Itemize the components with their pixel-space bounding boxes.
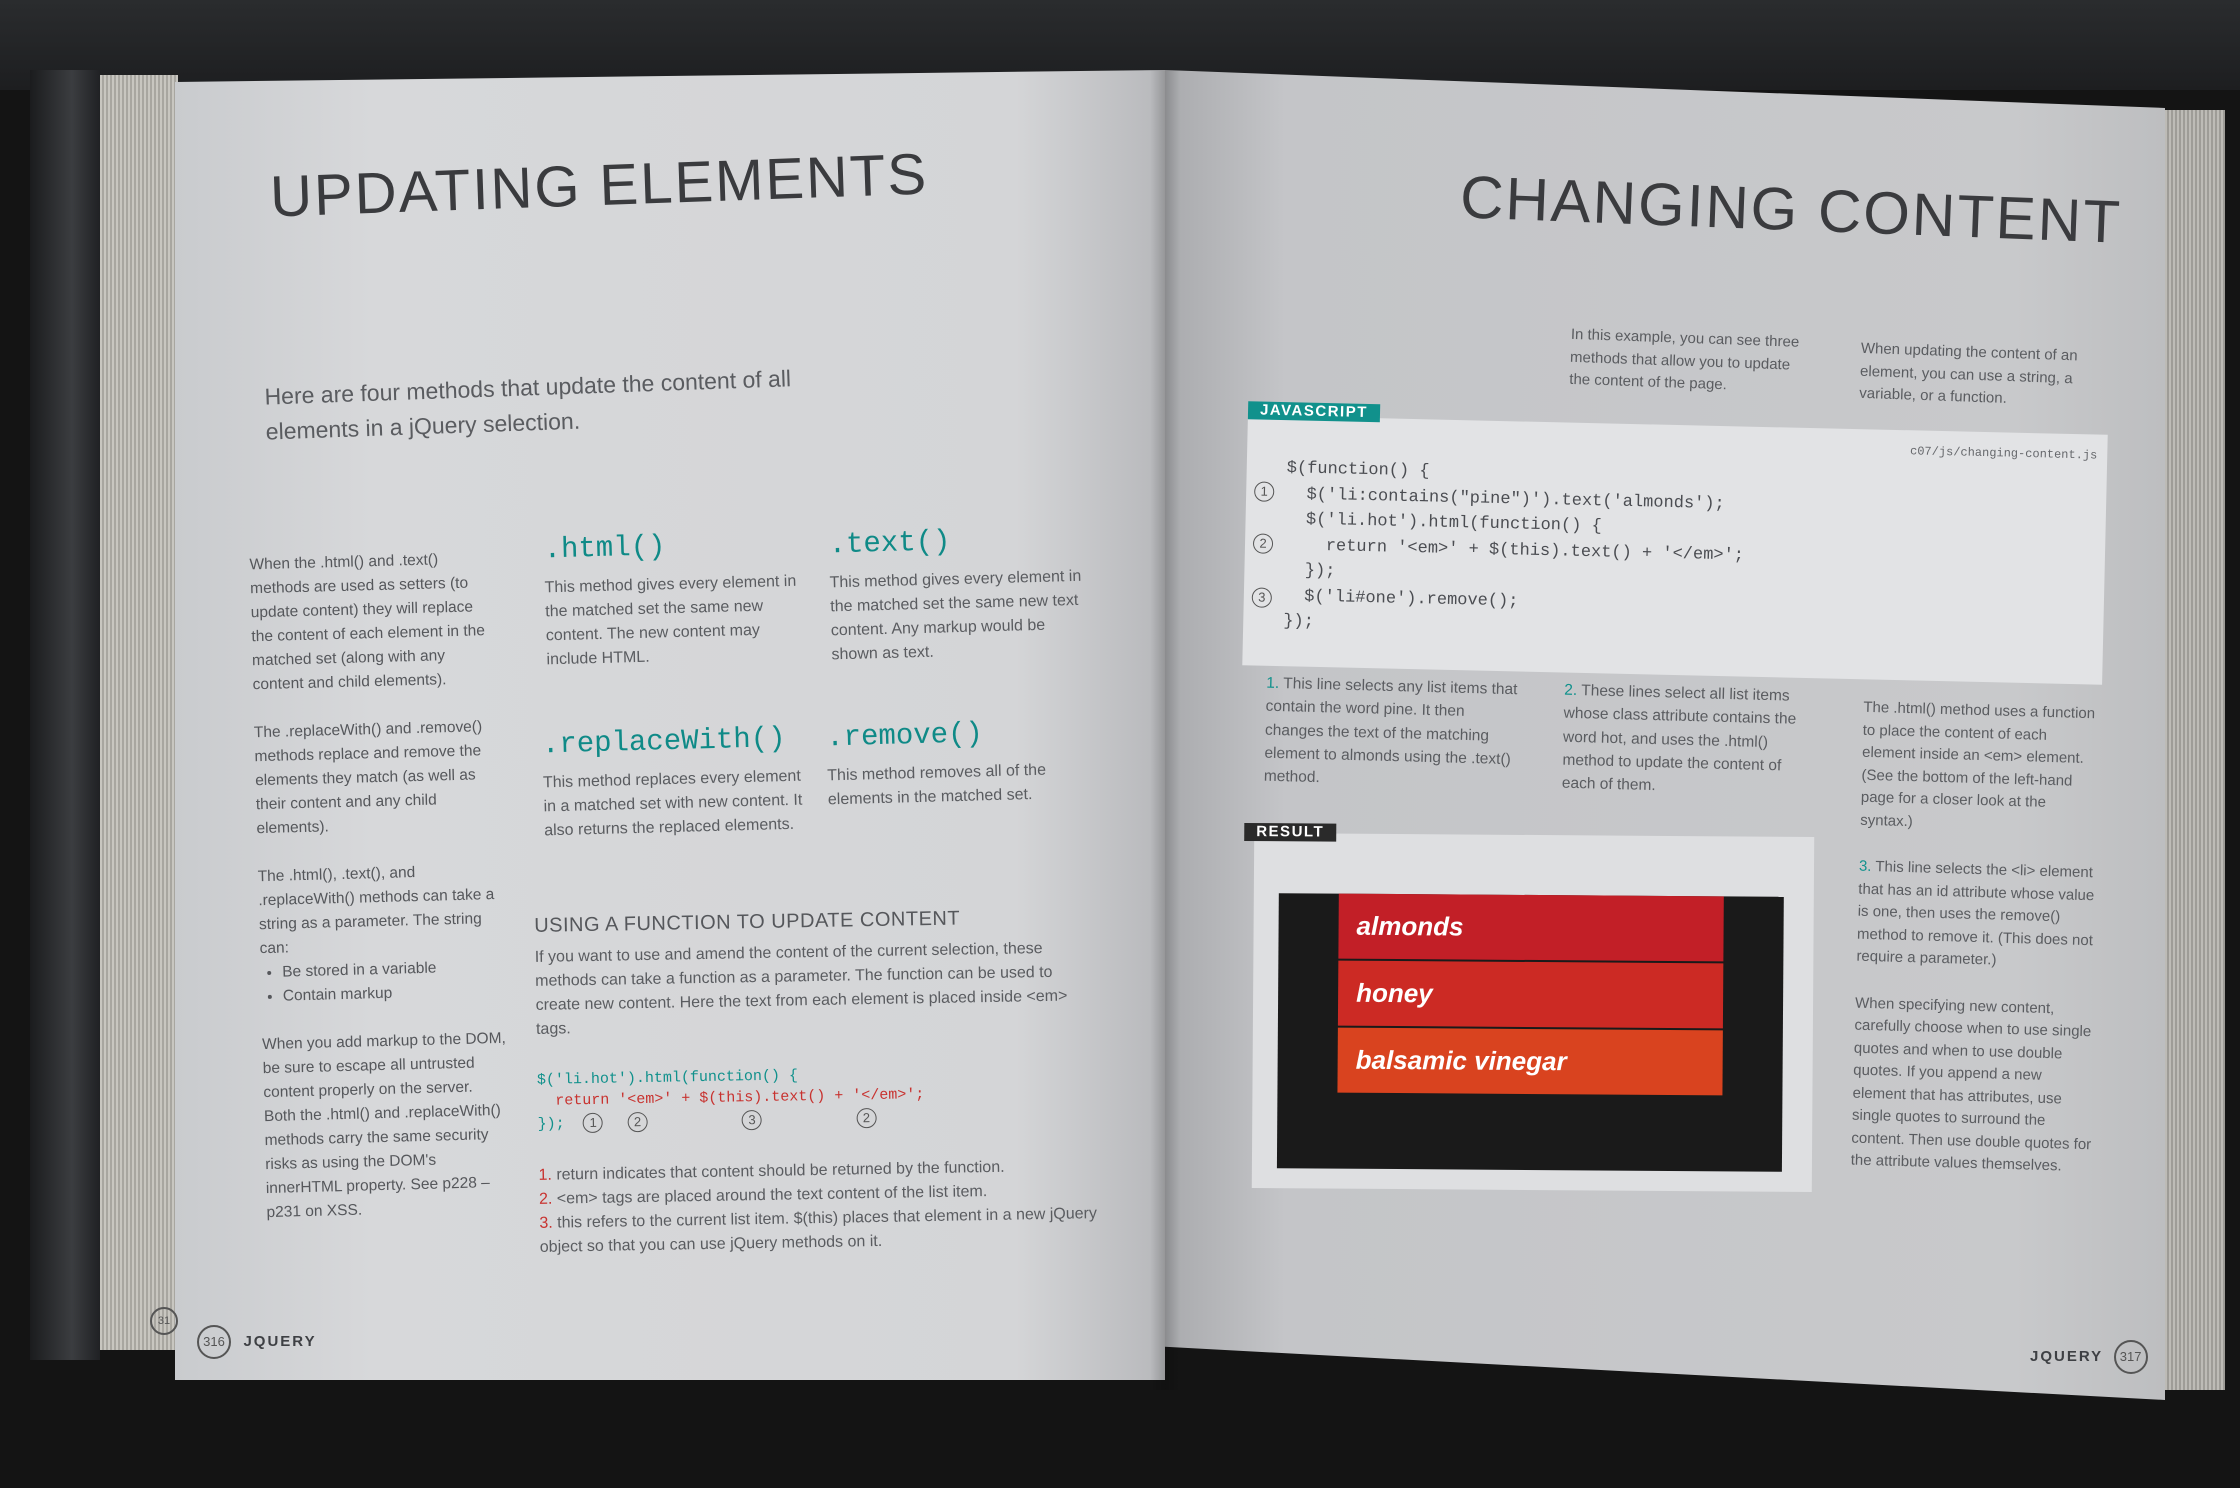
method-description: This method removes all of the elements … (827, 761, 1047, 809)
result-panel: RESULT almonds honey balsamic vinegar (1244, 822, 1815, 1192)
footer-section: JQUERY (243, 1333, 317, 1350)
right-page-stack (2165, 110, 2225, 1390)
left-page: UPDATING ELEMENTS Here are four methods … (175, 70, 1165, 1380)
method-text: .text() This method gives every element … (828, 522, 1092, 668)
marker: 3 (741, 1109, 763, 1131)
left-page-stack (100, 75, 178, 1350)
note-number: 1. (1266, 674, 1280, 693)
function-section: USING A FUNCTION TO UPDATE CONTENT If yo… (534, 905, 1100, 1260)
note-number: 2. (538, 1190, 553, 1208)
method-description: This method gives every element in the m… (829, 567, 1082, 664)
bullet-item: Contain markup (283, 979, 507, 1009)
method-name: .text() (828, 525, 951, 562)
code-marker: 2 (1252, 533, 1274, 554)
sidebar-paragraph: The .html(), .text(), and .replaceWith()… (257, 864, 495, 958)
code-note: 2. These lines select all list items who… (1562, 679, 1820, 802)
right-footer: JQUERY 317 (2030, 1340, 2148, 1374)
left-page-title: UPDATING ELEMENTS (269, 141, 930, 230)
prev-page-number: 31 (150, 1307, 178, 1335)
code-filename: c07/js/changing-content.js (1909, 444, 2098, 463)
result-frame: almonds honey balsamic vinegar (1276, 893, 1784, 1172)
code-annotation-row: }); 1 2 3 2 (538, 1104, 1098, 1134)
code-line: }); (537, 1115, 565, 1133)
result-list-item: balsamic vinegar (1337, 1027, 1723, 1096)
note-text: These lines select all list items whose … (1561, 682, 1797, 795)
right-intro: When updating the content of an element,… (1859, 339, 2078, 407)
side-note: When specifying new content, carefully c… (1850, 994, 2092, 1175)
marker: 2 (627, 1111, 648, 1133)
result-list-item: almonds (1338, 893, 1724, 962)
sidebar-bullets: Be stored in a variable Contain markup (260, 955, 506, 1009)
note-text: This line selects any list items that co… (1263, 675, 1518, 787)
sidebar-paragraph: The .replaceWith() and .remove() methods… (253, 718, 483, 838)
result-tag: RESULT (1244, 822, 1337, 842)
side-note: The .html() method uses a function to pl… (1860, 698, 2096, 830)
left-footer: 316 JQUERY (197, 1325, 317, 1359)
book-gutter (1150, 70, 1180, 1390)
footer-section: JQUERY (2030, 1348, 2104, 1365)
note-text: return indicates that content should be … (556, 1158, 1005, 1184)
side-note: 3. This line selects the <li> element th… (1856, 856, 2099, 975)
method-name: .remove() (825, 717, 984, 755)
right-page: CHANGING CONTENT In this example, you ca… (1165, 70, 2165, 1400)
function-notes: 1. return indicates that content should … (538, 1154, 1100, 1260)
marker: 1 (582, 1112, 604, 1134)
right-page-title: CHANGING CONTENT (1458, 163, 2124, 256)
book-cover-edge (30, 70, 100, 1360)
note-number: 3. (539, 1214, 553, 1232)
javascript-code-panel: JAVASCRIPT c07/js/changing-content.js $(… (1242, 401, 2108, 685)
note-number: 1. (538, 1166, 553, 1184)
method-remove: .remove() This method removes all of the… (826, 715, 1088, 813)
section-body: If you want to use and amend the content… (534, 940, 1068, 1038)
right-side-notes: The .html() method uses a function to pl… (1850, 697, 2103, 1179)
right-intro: In this example, you can see three metho… (1569, 325, 1800, 394)
method-description: This method gives every element in the m… (544, 572, 797, 669)
sidebar-paragraph: When you add markup to the DOM, be sure … (261, 1030, 507, 1222)
code-marker: 3 (1251, 587, 1273, 608)
code-marker: 1 (1253, 481, 1275, 502)
method-description: This method replaces every element in a … (542, 767, 803, 840)
note-number: 2. (1564, 681, 1578, 700)
sidebar-paragraph: When the .html() and .text() methods are… (249, 551, 486, 694)
marker: 2 (856, 1107, 877, 1129)
result-list-item: honey (1337, 960, 1724, 1029)
code-note: 1. This line selects any list items that… (1264, 672, 1522, 795)
note-number: 3. (1858, 857, 1872, 876)
left-page-intro: Here are four methods that update the co… (264, 365, 792, 445)
javascript-tag: JAVASCRIPT (1247, 401, 1381, 423)
note-text: This line selects the <li> element that … (1856, 858, 2095, 969)
section-heading: USING A FUNCTION TO UPDATE CONTENT (534, 907, 961, 937)
note-text: <em> tags are placed around the text con… (556, 1183, 988, 1208)
method-html: .html() This method gives every element … (543, 527, 807, 673)
left-sidebar: When the .html() and .text() methods are… (249, 547, 512, 1226)
method-name: .replaceWith() (541, 722, 786, 762)
page-number: 317 (2113, 1340, 2148, 1374)
note-text: this refers to the current list item. $(… (539, 1205, 1098, 1256)
code-block: $(function() { $('li:contains("pine")').… (1283, 456, 1746, 645)
page-number: 316 (197, 1325, 231, 1359)
method-replacewith: .replaceWith() This method replaces ever… (542, 722, 805, 844)
method-name: .html() (543, 530, 666, 567)
